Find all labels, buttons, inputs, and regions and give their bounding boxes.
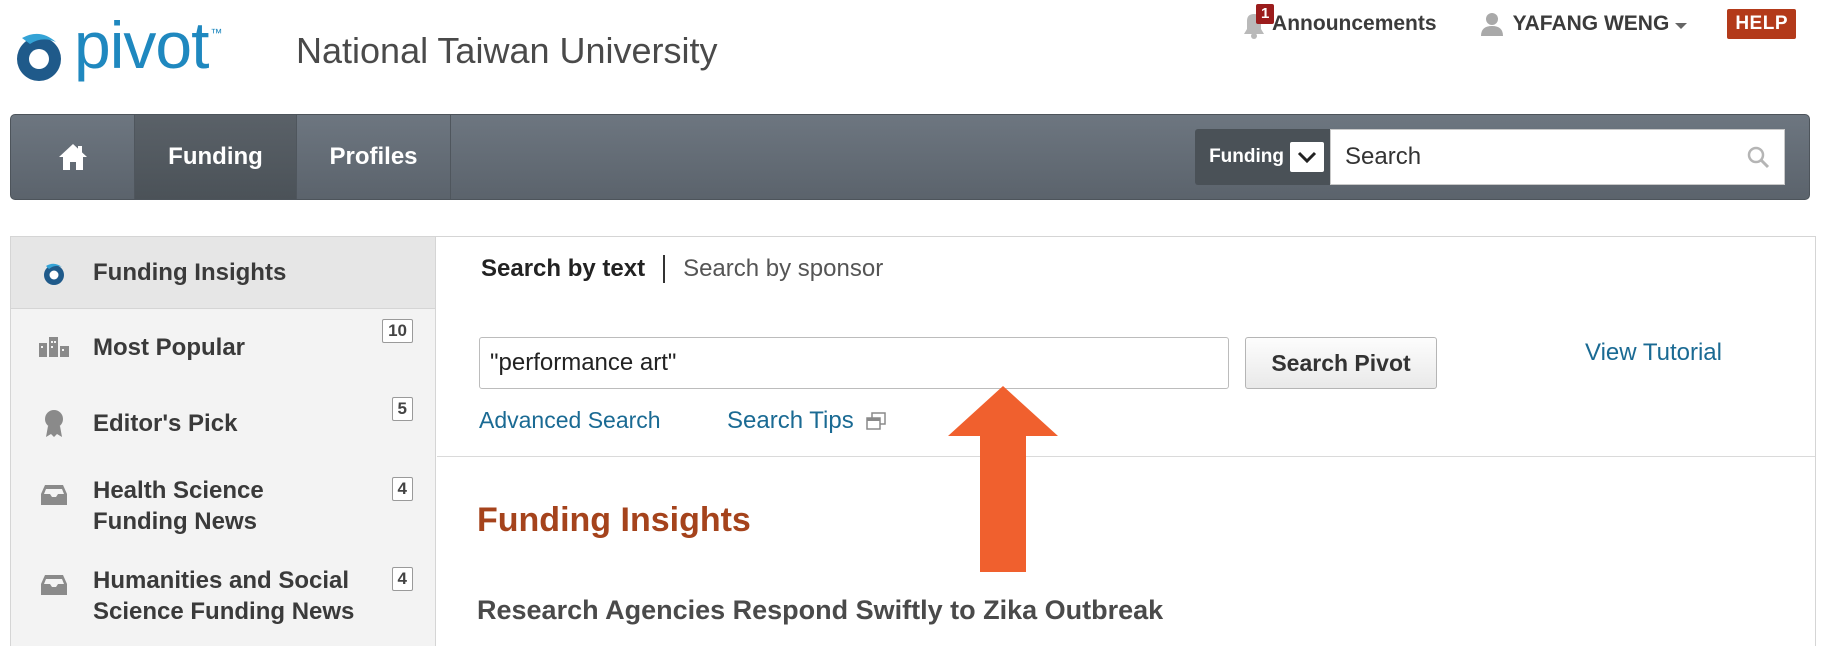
article-title-link[interactable]: Research Agencies Respond Swiftly to Zik… bbox=[477, 595, 1163, 626]
inbox-tray-icon bbox=[39, 571, 69, 599]
search-tabs: Search by text Search by sponsor bbox=[481, 255, 883, 283]
search-icon[interactable] bbox=[1746, 145, 1770, 169]
funding-insights-heading: Funding Insights bbox=[477, 501, 751, 539]
count-badge: 5 bbox=[391, 397, 413, 421]
tab-profiles[interactable]: Profiles bbox=[297, 115, 451, 199]
search-tips-label: Search Tips bbox=[727, 407, 854, 434]
pivot-logo-icon bbox=[10, 26, 68, 84]
tab-search-by-sponsor[interactable]: Search by sponsor bbox=[665, 255, 883, 283]
user-icon bbox=[1480, 13, 1503, 36]
tab-funding[interactable]: Funding bbox=[135, 115, 297, 199]
sidebar: Funding Insights Most Popular 10 Editor'… bbox=[11, 237, 436, 646]
search-pivot-button[interactable]: Search Pivot bbox=[1245, 337, 1437, 389]
count-badge: 10 bbox=[382, 319, 413, 343]
help-button[interactable]: HELP bbox=[1727, 9, 1796, 39]
search-scope-label: Funding bbox=[1209, 146, 1284, 167]
user-name: YAFANG WENG bbox=[1512, 12, 1670, 35]
search-area: Search by text Search by sponsor "perfor… bbox=[437, 237, 1815, 457]
view-tutorial-link[interactable]: View Tutorial bbox=[1585, 339, 1722, 367]
chevron-down-icon bbox=[1290, 142, 1324, 172]
query-input[interactable]: "performance art" bbox=[479, 337, 1229, 389]
global-search-placeholder: Search bbox=[1345, 143, 1422, 170]
sidebar-item-editors-pick[interactable]: Editor's Pick 5 bbox=[11, 385, 435, 461]
sidebar-item-label: Editor's Pick bbox=[93, 409, 238, 437]
sidebar-item-funding-insights[interactable]: Funding Insights bbox=[11, 237, 435, 309]
announcements-count-badge: 1 bbox=[1256, 4, 1275, 24]
count-badge: 4 bbox=[391, 477, 413, 501]
sidebar-item-label: Most Popular bbox=[93, 333, 246, 361]
global-search: Funding Search bbox=[1195, 129, 1785, 185]
user-menu[interactable]: YAFANG WENG bbox=[1480, 12, 1688, 36]
announcements-label: Announcements bbox=[1272, 12, 1437, 35]
buildings-icon bbox=[39, 333, 69, 361]
inbox-tray-icon bbox=[39, 481, 69, 509]
advanced-search-link[interactable]: Advanced Search bbox=[479, 407, 661, 434]
logo-trademark: ™ bbox=[210, 26, 223, 40]
global-search-input[interactable]: Search bbox=[1330, 129, 1785, 185]
sidebar-item-health-science[interactable]: Health Science Funding News 4 bbox=[11, 461, 435, 557]
header-user-bar: 1 Announcements YAFANG WENG HELP bbox=[1238, 4, 1796, 40]
sidebar-item-most-popular[interactable]: Most Popular 10 bbox=[11, 309, 435, 385]
annotation-arrow-icon bbox=[948, 386, 1058, 572]
main-content: Search by text Search by sponsor "perfor… bbox=[437, 237, 1815, 646]
tab-search-by-text[interactable]: Search by text bbox=[481, 255, 666, 283]
home-icon bbox=[58, 144, 87, 170]
external-window-icon bbox=[865, 412, 886, 430]
home-button[interactable] bbox=[11, 115, 135, 199]
pivot-logo-icon bbox=[39, 259, 69, 287]
logo-text: pivot bbox=[74, 8, 209, 82]
main-nav-bar: Funding Profiles Funding Search bbox=[10, 114, 1810, 200]
search-scope-select[interactable]: Funding bbox=[1195, 129, 1330, 185]
ribbon-award-icon bbox=[39, 409, 69, 437]
count-badge: 4 bbox=[391, 567, 413, 591]
bell-icon: 1 bbox=[1238, 4, 1275, 40]
search-tips-link[interactable]: Search Tips bbox=[727, 407, 886, 435]
main-panel: Funding Insights Most Popular 10 Editor'… bbox=[10, 236, 1816, 646]
announcements-link[interactable]: 1 Announcements bbox=[1238, 4, 1437, 40]
sidebar-item-label: Funding Insights bbox=[93, 259, 287, 286]
sidebar-item-humanities-social-science[interactable]: Humanities and Social Science Funding Ne… bbox=[11, 557, 435, 646]
sidebar-item-label: Humanities and Social Science Funding Ne… bbox=[93, 567, 355, 625]
pivot-logo[interactable]: pivot ™ bbox=[10, 8, 222, 88]
chevron-down-icon bbox=[1675, 23, 1688, 29]
institution-name: National Taiwan University bbox=[296, 30, 718, 71]
sidebar-item-label: Health Science Funding News bbox=[93, 477, 264, 535]
